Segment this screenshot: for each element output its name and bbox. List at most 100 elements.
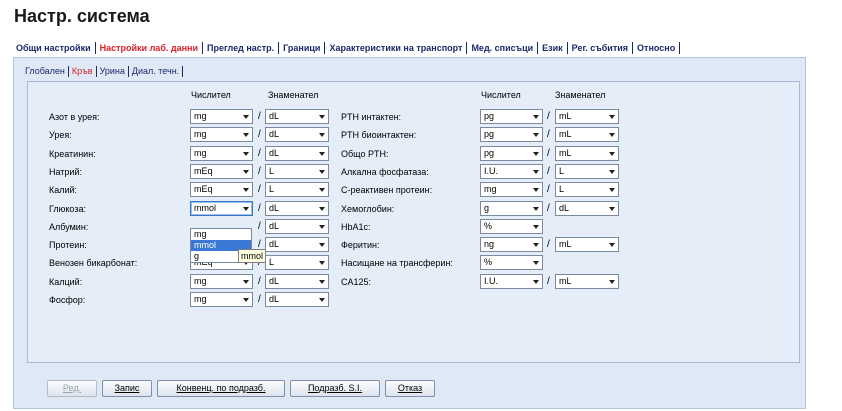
separator-slash: / (547, 148, 550, 159)
unit-label: PTH биоинтактен: (341, 130, 417, 140)
chevron-down-icon (319, 225, 325, 229)
numerator-select[interactable]: g (480, 201, 543, 216)
unit-row: Хемоглобин: g / dL (341, 201, 641, 217)
unit-row: Глюкоза: mmol / dL (49, 201, 349, 217)
denominator-select[interactable]: mL (555, 274, 619, 289)
button-label: Запис (114, 383, 140, 393)
numerator-select[interactable]: % (480, 219, 543, 234)
numerator-select[interactable]: mg (190, 292, 253, 307)
tab-0[interactable]: Общи настройки (13, 43, 94, 53)
button-3[interactable]: Подразб. S.I. (290, 380, 380, 397)
unit-label: CA125: (341, 277, 372, 287)
denominator-select[interactable]: dL (265, 109, 329, 124)
chevron-down-icon (243, 115, 249, 119)
unit-row: CA125: I.U. / mL (341, 274, 641, 290)
chevron-down-icon (609, 133, 615, 137)
tab-8[interactable]: Относно (634, 43, 678, 53)
denominator-select[interactable]: dL (265, 292, 329, 307)
chevron-down-icon (609, 170, 615, 174)
unit-label: Алкална фосфатаза: (341, 167, 429, 177)
button-4[interactable]: Отказ (385, 380, 435, 397)
denominator-select-value: dL (269, 203, 280, 213)
numerator-select-value: g (484, 203, 490, 213)
chevron-down-icon (243, 170, 249, 174)
sub-tab-1[interactable]: Кръв (69, 66, 96, 76)
sub-tab-3[interactable]: Диал. течн. (129, 66, 182, 76)
denominator-select[interactable]: mL (555, 109, 619, 124)
unit-label: Хемоглобин: (341, 204, 395, 214)
separator-slash: / (258, 148, 261, 159)
unit-row: HbA1c:% (341, 219, 641, 235)
numerator-select[interactable]: mg (190, 146, 253, 161)
tab-5[interactable]: Мед. списъци (468, 43, 536, 53)
denominator-select[interactable]: L (265, 182, 329, 197)
numerator-select-value: pg (484, 129, 495, 139)
dropdown-option[interactable]: mg (191, 229, 251, 240)
unit-label: Урея: (49, 130, 72, 140)
numerator-select-value: mEq (194, 184, 213, 194)
numerator-select-value: I.U. (484, 276, 499, 286)
numerator-select[interactable]: pg (480, 109, 543, 124)
tab-2[interactable]: Преглед настр. (204, 43, 277, 53)
unit-label: Насищане на трансферин: (341, 258, 453, 268)
denominator-select[interactable]: L (265, 255, 329, 270)
separator-slash: / (258, 184, 261, 195)
denominator-select[interactable]: mL (555, 237, 619, 252)
numerator-select[interactable]: mg (190, 274, 253, 289)
numerator-select[interactable]: mg (190, 127, 253, 142)
numerator-select[interactable]: mEq (190, 164, 253, 179)
numerator-select[interactable]: I.U. (480, 274, 543, 289)
denominator-select[interactable]: L (265, 164, 329, 179)
separator-slash: / (547, 166, 550, 177)
numerator-select[interactable]: % (480, 255, 543, 270)
denominator-select-value: dL (269, 148, 280, 158)
tab-separator (466, 42, 468, 54)
tab-3[interactable]: Граници (280, 43, 323, 53)
separator-slash: / (547, 184, 550, 195)
tab-6[interactable]: Език (539, 43, 566, 53)
denominator-select-value: dL (269, 239, 280, 249)
numerator-select[interactable]: mmol (190, 201, 253, 216)
denominator-select[interactable]: dL (555, 201, 619, 216)
separator-slash: / (258, 203, 261, 214)
tab-4[interactable]: Характеристики на транспорт (326, 43, 465, 53)
button-label: Ред. (62, 383, 82, 393)
numerator-select[interactable]: mg (480, 182, 543, 197)
numerator-select-value: mg (194, 276, 207, 286)
numerator-select[interactable]: ng (480, 237, 543, 252)
numerator-select[interactable]: pg (480, 146, 543, 161)
numerator-select[interactable]: pg (480, 127, 543, 142)
separator-slash: / (547, 239, 550, 250)
sub-tab-2[interactable]: Урина (97, 66, 128, 76)
chevron-down-icon (609, 152, 615, 156)
denominator-select[interactable]: dL (265, 237, 329, 252)
button-0[interactable]: Ред. (47, 380, 97, 397)
numerator-select-value: mg (194, 148, 207, 158)
unit-row: Насищане на трансферин:% (341, 255, 641, 271)
numerator-select[interactable]: mEq (190, 182, 253, 197)
denominator-select[interactable]: mL (555, 127, 619, 142)
numerator-select[interactable]: mg (190, 109, 253, 124)
denominator-select[interactable]: L (555, 182, 619, 197)
chevron-down-icon (533, 133, 539, 137)
button-1[interactable]: Запис (102, 380, 152, 397)
denominator-select[interactable]: dL (265, 146, 329, 161)
unit-row: Урея: mg / dL (49, 127, 349, 143)
button-2[interactable]: Конвенц. по подразб. (157, 380, 285, 397)
chevron-down-icon (319, 207, 325, 211)
denominator-select[interactable]: dL (265, 219, 329, 234)
denominator-select[interactable]: dL (265, 201, 329, 216)
sub-tab-0[interactable]: Глобален (22, 66, 68, 76)
denominator-select[interactable]: L (555, 164, 619, 179)
separator-slash: / (258, 294, 261, 305)
tab-1[interactable]: Настройки лаб. данни (97, 43, 201, 53)
denominator-select-value: mL (559, 111, 572, 121)
denominator-select[interactable]: dL (265, 127, 329, 142)
numerator-select-value: pg (484, 148, 495, 158)
denominator-select-value: L (559, 184, 565, 194)
denominator-select[interactable]: mL (555, 146, 619, 161)
tab-7[interactable]: Рег. събития (569, 43, 631, 53)
separator-slash: / (547, 203, 550, 214)
denominator-select[interactable]: dL (265, 274, 329, 289)
numerator-select[interactable]: I.U. (480, 164, 543, 179)
